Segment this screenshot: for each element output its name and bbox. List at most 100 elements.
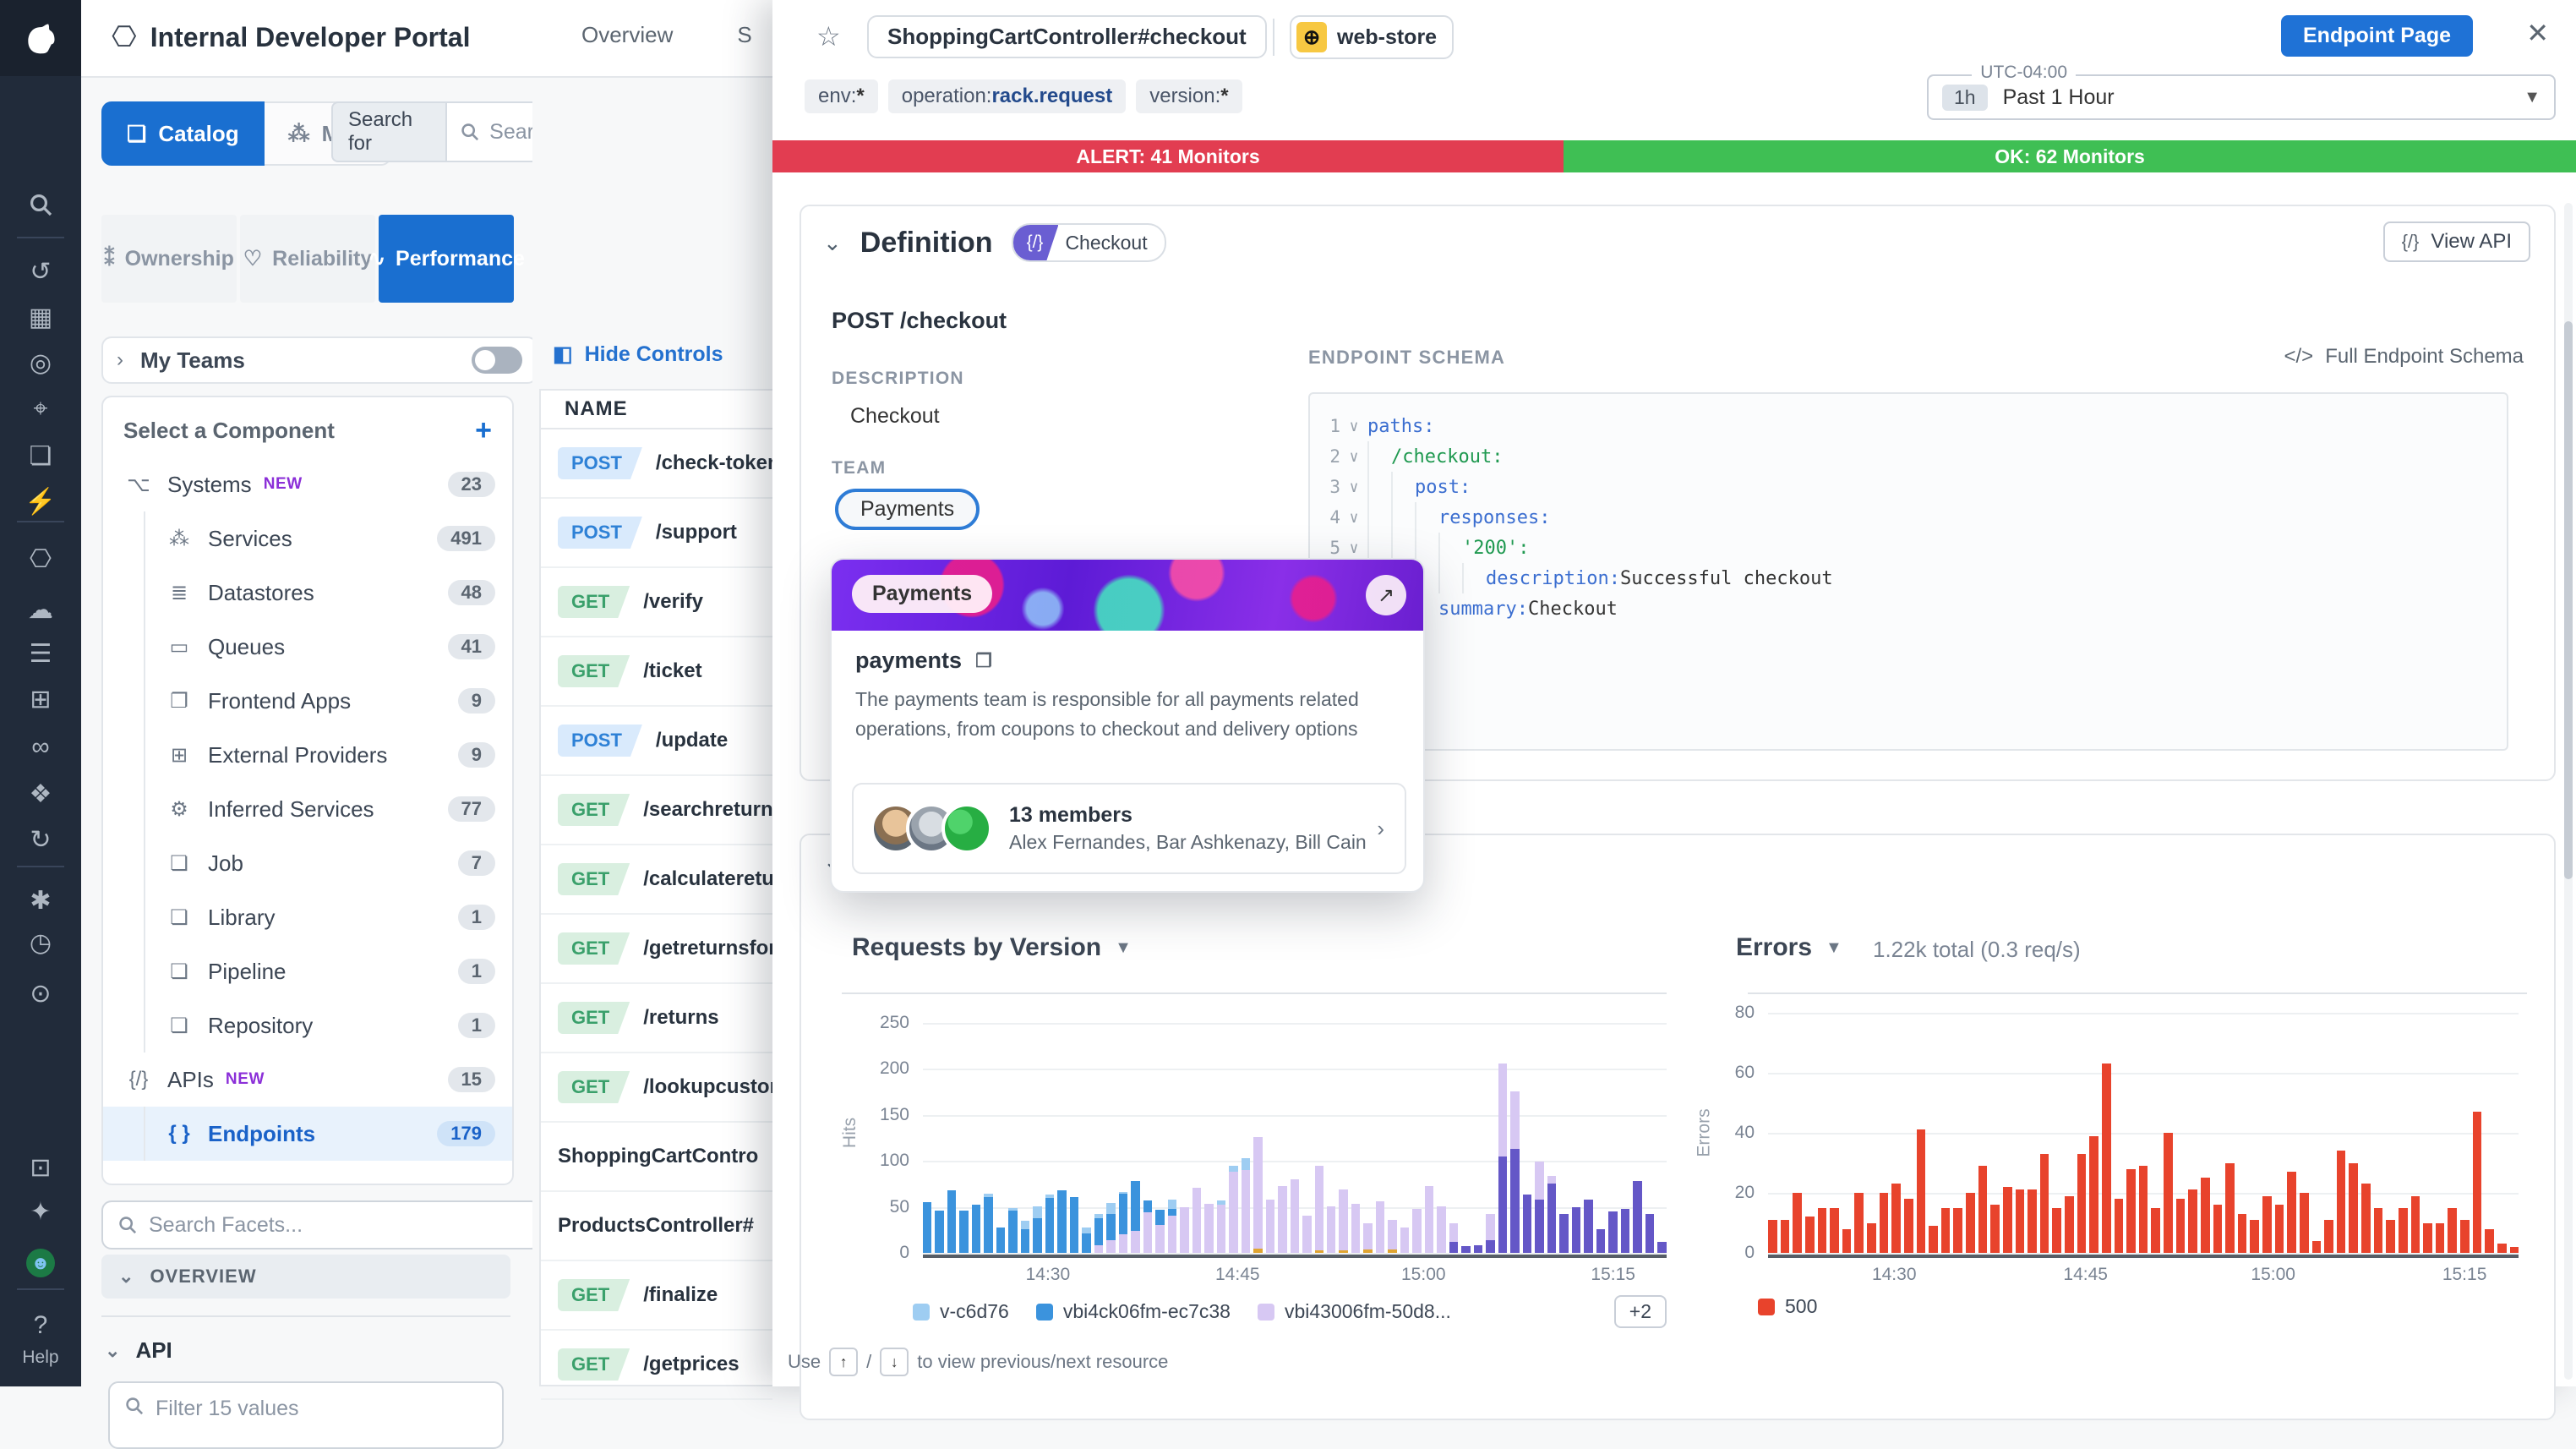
tab-performance[interactable]: ∿Performance: [379, 215, 514, 303]
sidebar-item-job[interactable]: ❏Job7: [103, 836, 512, 890]
legend-item[interactable]: vbi4ck06fm-ec7c38: [1036, 1300, 1231, 1323]
bug-icon[interactable]: ✱: [0, 886, 81, 916]
endpoint-row[interactable]: GET/getprices: [541, 1331, 772, 1400]
sidebar-item-endpoints[interactable]: { }Endpoints179: [103, 1107, 512, 1161]
endpoint-row[interactable]: GET/ticket: [541, 637, 772, 707]
name-column-header[interactable]: NAME: [541, 391, 772, 429]
user-avatar[interactable]: ☻: [0, 1246, 81, 1277]
dashboards-icon[interactable]: ❏: [0, 441, 81, 472]
alert-monitors-segment[interactable]: ALERT: 41 Monitors: [772, 140, 1564, 172]
explorer-icon[interactable]: ⌖: [0, 394, 81, 424]
chevron-down-icon[interactable]: ⌄: [823, 230, 842, 256]
star-icon[interactable]: ☆: [816, 20, 841, 52]
filter-chip-version[interactable]: version:*: [1136, 79, 1242, 113]
endpoint-row[interactable]: POST/update: [541, 707, 772, 776]
watchdog-icon[interactable]: ◎: [0, 348, 81, 379]
history-icon[interactable]: ↺: [0, 257, 81, 287]
sidebar-item-systems[interactable]: ⌥SystemsNEW23: [103, 457, 512, 511]
sidebar-item-inferred-services[interactable]: ⚙Inferred Services77: [103, 782, 512, 836]
filter-chip-env[interactable]: env:*: [805, 79, 878, 113]
fold-chevron-icon[interactable]: ∨: [1340, 478, 1367, 496]
ai-sparkles-icon[interactable]: ✦: [0, 1197, 81, 1228]
copy-icon[interactable]: ❐: [975, 650, 992, 672]
integrations-icon[interactable]: ⊡: [0, 1153, 81, 1184]
fold-chevron-icon[interactable]: ∨: [1340, 448, 1367, 466]
ci-icon[interactable]: ∞: [0, 732, 81, 763]
fold-chevron-icon[interactable]: ∨: [1340, 509, 1367, 527]
team-pill[interactable]: Payments: [835, 489, 980, 530]
endpoint-row[interactable]: ShoppingCartContro: [541, 1123, 772, 1192]
service-chip[interactable]: ⊕ web-store: [1290, 15, 1454, 59]
fold-chevron-icon[interactable]: ∨: [1340, 418, 1367, 435]
sidebar-item-datastores[interactable]: ≣Datastores48: [103, 566, 512, 620]
endpoint-row[interactable]: GET/returns: [541, 984, 772, 1053]
events-icon[interactable]: ⚡: [0, 487, 81, 517]
fold-chevron-icon[interactable]: ∨: [1340, 539, 1367, 557]
my-teams-row[interactable]: › My Teams: [101, 336, 538, 384]
facet-search-input[interactable]: Search Facets...: [101, 1200, 541, 1249]
view-api-button[interactable]: {/} View API: [2383, 221, 2530, 262]
legend-more-button[interactable]: +2: [1614, 1295, 1667, 1328]
full-endpoint-schema-link[interactable]: </> Full Endpoint Schema: [2284, 345, 2524, 369]
my-teams-toggle[interactable]: [472, 347, 522, 374]
legend-item[interactable]: vbi43006fm-50d8...: [1258, 1300, 1451, 1323]
endpoint-row[interactable]: POST/support: [541, 499, 772, 568]
legend-item[interactable]: 500: [1758, 1295, 1817, 1318]
endpoint-title-chip[interactable]: ShoppingCartController#checkout: [867, 15, 1267, 58]
external-link-icon[interactable]: ↗: [1366, 575, 1406, 615]
metrics-icon[interactable]: ▦: [0, 303, 81, 333]
endpoint-page-button[interactable]: Endpoint Page: [2281, 15, 2473, 57]
help-icon[interactable]: ?: [0, 1310, 81, 1341]
add-component-button[interactable]: +: [475, 414, 492, 447]
endpoint-row[interactable]: GET/verify: [541, 568, 772, 637]
cloud-cost-icon[interactable]: ☁: [0, 595, 81, 626]
chart-title-chart-right[interactable]: Errors▼: [1736, 933, 1842, 962]
sidebar-item-apis[interactable]: {/}APIsNEW15: [103, 1053, 512, 1107]
sidebar-item-services[interactable]: ⁂Services491: [103, 511, 512, 566]
team-members-row[interactable]: 13 members Alex Fernandes, Bar Ashkenazy…: [852, 783, 1406, 874]
filter-chip-operation[interactable]: operation:rack.request: [888, 79, 1127, 113]
endpoint-row[interactable]: GET/finalize: [541, 1261, 772, 1331]
sidebar-item-frontend-apps[interactable]: ❐Frontend Apps9: [103, 674, 512, 728]
endpoint-row[interactable]: ProductsController#: [541, 1192, 772, 1261]
sidebar-item-library[interactable]: ❏Library1: [103, 890, 512, 944]
logs-icon[interactable]: ☰: [0, 639, 81, 670]
security-icon[interactable]: ❖: [0, 779, 81, 810]
endpoint-path: /update: [656, 729, 728, 752]
nav-tab-overview[interactable]: Overview: [581, 22, 673, 48]
legend-item[interactable]: v-c6d76: [913, 1300, 1009, 1323]
ok-monitors-segment[interactable]: OK: 62 Monitors: [1564, 140, 2576, 172]
endpoint-row[interactable]: GET/searchreturns: [541, 776, 772, 845]
catalog-view-button[interactable]: ❏Catalog: [101, 101, 265, 166]
chart-title-chart-left[interactable]: Requests by Version▼: [852, 933, 1132, 962]
bar: [2497, 1244, 2507, 1253]
sidebar-item-external-providers[interactable]: ⊞External Providers9: [103, 728, 512, 782]
endpoint-row[interactable]: GET/getreturnsfor: [541, 915, 772, 984]
endpoint-row[interactable]: GET/lookupcustor: [541, 1053, 772, 1123]
chart-bars[interactable]: [923, 1023, 1667, 1253]
endpoint-schema-code[interactable]: 1∨paths:2∨/checkout:3∨post:4∨responses:5…: [1308, 392, 2508, 751]
rum-icon[interactable]: ⊞: [0, 685, 81, 715]
hide-controls-button[interactable]: ◧ Hide Controls: [553, 342, 723, 367]
sidebar-item-repository[interactable]: ❏Repository1: [103, 998, 512, 1053]
overview-section-header[interactable]: ⌄OVERVIEW: [101, 1255, 510, 1299]
nav-tab-s[interactable]: S: [737, 22, 751, 48]
sync-sparkle-icon[interactable]: ↻: [0, 825, 81, 856]
api-filter-input[interactable]: Filter 15 values: [108, 1381, 504, 1449]
search-icon[interactable]: [0, 193, 81, 224]
checkout-tag[interactable]: {/} Checkout: [1012, 223, 1166, 262]
scrollbar-thumb[interactable]: [2564, 321, 2573, 879]
sidebar-item-queues[interactable]: ▭Queues41: [103, 620, 512, 674]
api-section-header[interactable]: ⌄API: [105, 1337, 172, 1364]
trace-search-icon[interactable]: ⊙: [0, 979, 81, 1009]
endpoint-row[interactable]: POST/check-token: [541, 429, 772, 499]
profiling-icon[interactable]: ◷: [0, 928, 81, 959]
endpoint-row[interactable]: GET/calculateretu: [541, 845, 772, 915]
infrastructure-icon[interactable]: ⎔: [0, 544, 81, 575]
tab-ownership[interactable]: ⁑Ownership: [101, 215, 237, 303]
close-icon[interactable]: ✕: [2526, 17, 2549, 49]
sidebar-item-pipeline[interactable]: ❏Pipeline1: [103, 944, 512, 998]
tab-reliability[interactable]: ♡Reliability: [240, 215, 375, 303]
chart-bars[interactable]: [1768, 1013, 2519, 1253]
datadog-logo[interactable]: [0, 0, 81, 76]
